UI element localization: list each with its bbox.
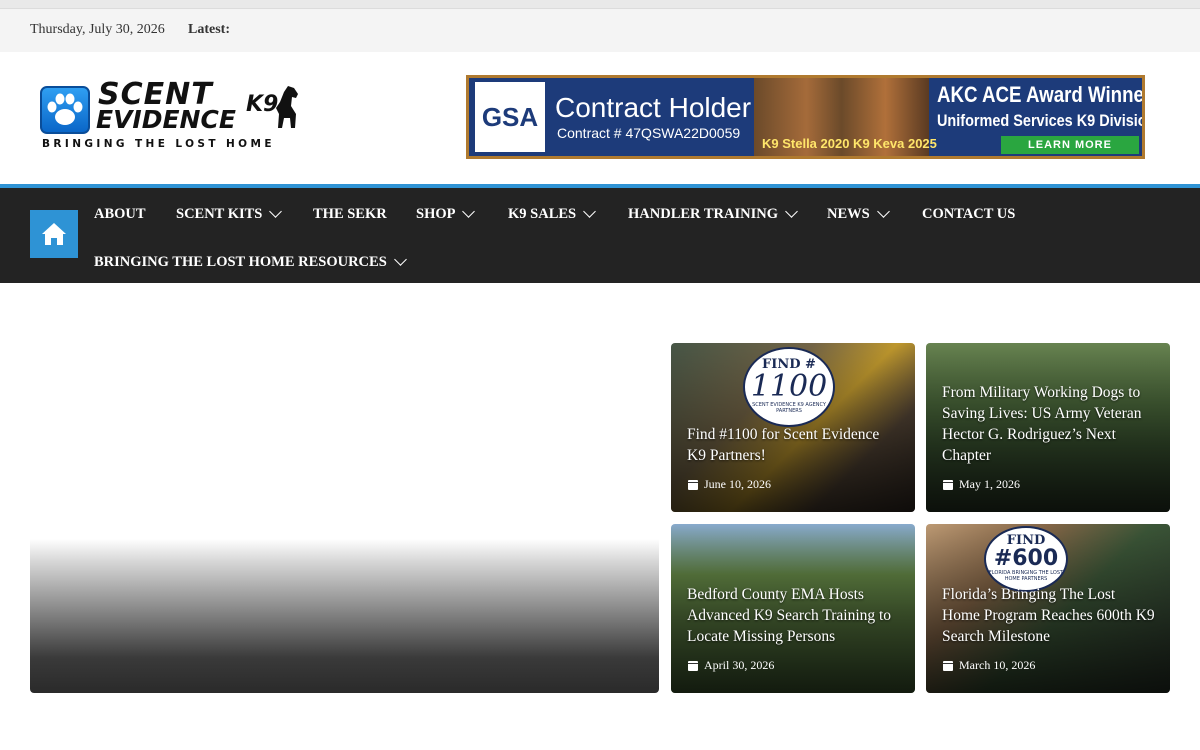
- post-title[interactable]: Find #1100 for Scent Evidence K9 Partner…: [687, 424, 901, 466]
- browser-strip: [0, 0, 1200, 9]
- nav-label: K9 SALES: [508, 206, 577, 222]
- nav-item-about[interactable]: ABOUT: [94, 206, 146, 223]
- nav-item-the-sekr[interactable]: THE SEKR: [313, 206, 387, 223]
- post-title[interactable]: Florida’s Bringing The Lost Home Program…: [942, 584, 1156, 647]
- top-bar: Thursday, July 30, 2026 Latest:: [0, 9, 1200, 52]
- badge-line3: FLORIDA BRINGING THE LOST HOME PARTNERS: [988, 570, 1064, 582]
- chevron-down-icon: [393, 253, 407, 266]
- nav-item-k9-sales[interactable]: K9 SALES: [508, 205, 596, 223]
- ad-contract-number: Contract # 47QSWA22D0059: [557, 125, 741, 141]
- nav-label: CONTACT US: [922, 206, 1016, 222]
- post-date-text: March 10, 2026: [959, 658, 1036, 672]
- featured-slider[interactable]: [30, 343, 659, 693]
- ad-banner[interactable]: GSA Contract Holder Contract # 47QSWA22D…: [466, 75, 1145, 159]
- ad-dog-names: K9 Stella 2020 K9 Keva 2025: [762, 136, 937, 151]
- find-badge: FIND # 1100 SCENT EVIDENCE K9 AGENCY PAR…: [743, 347, 835, 427]
- ad-division: Uniformed Services K9 Division: [937, 111, 1145, 130]
- post-date: April 30, 2026: [688, 658, 774, 673]
- chevron-down-icon: [462, 205, 476, 218]
- nav-label: NEWS: [827, 206, 870, 222]
- nav-item-shop[interactable]: SHOP: [416, 205, 476, 223]
- calendar-icon: [943, 479, 953, 490]
- nav-label: HANDLER TRAINING: [628, 206, 778, 222]
- gsa-text: GSA: [481, 101, 539, 132]
- latest-label: Latest:: [188, 22, 230, 37]
- nav-label: BRINGING THE LOST HOME RESOURCES: [94, 254, 387, 270]
- post-card[interactable]: FIND #600 FLORIDA BRINGING THE LOST HOME…: [926, 524, 1170, 693]
- nav-label: ABOUT: [94, 206, 146, 222]
- badge-line2: 1100: [750, 369, 828, 404]
- post-title[interactable]: From Military Working Dogs to Saving Liv…: [942, 382, 1156, 466]
- badge-line2: #600: [993, 546, 1059, 571]
- home-icon: [42, 223, 66, 245]
- post-date-text: April 30, 2026: [704, 658, 775, 672]
- post-date: March 10, 2026: [943, 658, 1035, 673]
- logo-tagline: BRINGING THE LOST HOME: [42, 138, 275, 150]
- nav-item-contact-us[interactable]: CONTACT US: [922, 206, 1015, 223]
- site-logo[interactable]: SCENT EVIDENCE K9 BRINGING THE LOST HOME: [40, 80, 302, 152]
- nav-label: SCENT KITS: [176, 206, 263, 222]
- ad-contract-title: Contract Holder: [555, 92, 752, 123]
- post-card[interactable]: From Military Working Dogs to Saving Liv…: [926, 343, 1170, 512]
- nav-item-news[interactable]: NEWS: [827, 205, 890, 223]
- find-badge: FIND #600 FLORIDA BRINGING THE LOST HOME…: [984, 526, 1068, 592]
- site-header: SCENT EVIDENCE K9 BRINGING THE LOST HOME…: [0, 52, 1200, 184]
- post-date: June 10, 2026: [688, 477, 771, 492]
- calendar-icon: [688, 479, 698, 490]
- calendar-icon: [688, 660, 698, 671]
- post-card[interactable]: FIND # 1100 SCENT EVIDENCE K9 AGENCY PAR…: [671, 343, 915, 512]
- learn-more-button[interactable]: LEARN MORE: [1001, 136, 1139, 154]
- nav-item-scent-kits[interactable]: SCENT KITS: [176, 205, 283, 223]
- post-date-text: June 10, 2026: [704, 477, 771, 491]
- post-title[interactable]: Bedford County EMA Hosts Advanced K9 Sea…: [687, 584, 901, 647]
- post-date-text: May 1, 2026: [959, 477, 1020, 491]
- post-date: May 1, 2026: [943, 477, 1020, 492]
- nav-label: SHOP: [416, 206, 456, 222]
- chevron-down-icon: [876, 205, 890, 218]
- chevron-down-icon: [583, 205, 596, 218]
- gsa-logo: GSA: [475, 82, 545, 152]
- dog-silhouette-icon: [276, 86, 298, 128]
- nav-item-handler-training[interactable]: HANDLER TRAINING: [628, 205, 798, 223]
- paw-icon: [40, 86, 90, 134]
- nav-item-resources[interactable]: BRINGING THE LOST HOME RESOURCES: [94, 253, 407, 271]
- logo-word-evidence: EVIDENCE: [96, 105, 236, 134]
- post-card[interactable]: Bedford County EMA Hosts Advanced K9 Sea…: [671, 524, 915, 693]
- current-date: Thursday, July 30, 2026: [30, 22, 165, 37]
- chevron-down-icon: [269, 205, 283, 218]
- chevron-down-icon: [785, 205, 798, 218]
- ad-award-title: AKC ACE Award Winners: [937, 82, 1145, 107]
- main-nav: ABOUT SCENT KITS THE SEKR SHOP K9 SALES …: [0, 184, 1200, 283]
- nav-label: THE SEKR: [313, 206, 387, 222]
- home-button[interactable]: [30, 210, 78, 258]
- calendar-icon: [943, 660, 953, 671]
- badge-line3: SCENT EVIDENCE K9 AGENCY PARTNERS: [752, 402, 826, 414]
